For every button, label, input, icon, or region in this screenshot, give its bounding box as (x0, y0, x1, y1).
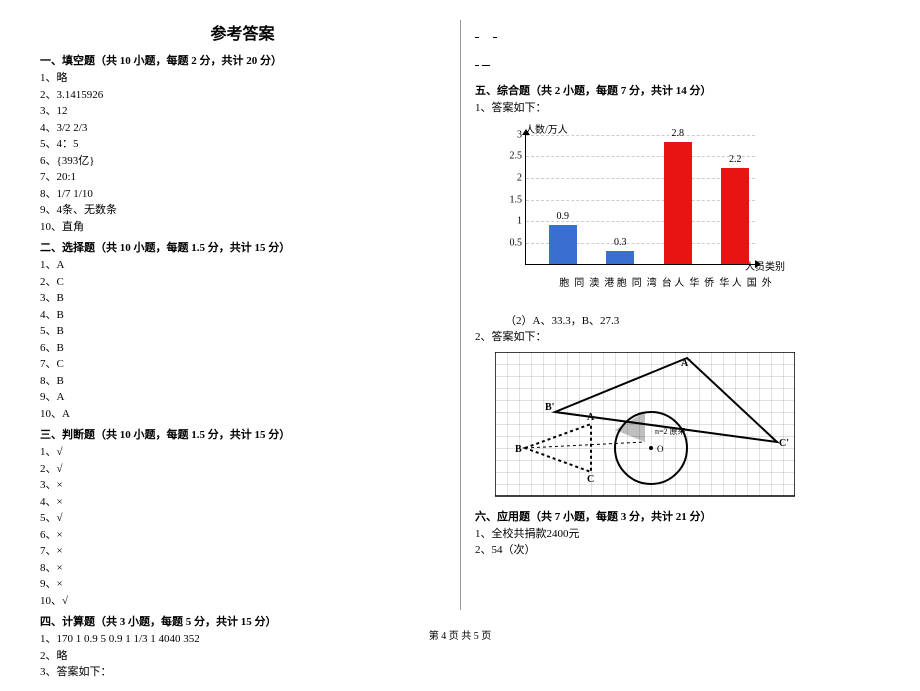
s3-item: 10、√ (40, 593, 445, 610)
bar-value-label: 2.8 (664, 128, 692, 139)
y-tick: 2 (504, 172, 522, 183)
s3-item: 8、× (40, 560, 445, 577)
s1-item: 7、20:1 (40, 169, 445, 186)
bar: 0.9 (549, 225, 577, 264)
s2-item: 8、B (40, 373, 445, 390)
s2-item: 2、C (40, 274, 445, 291)
s1-item: 4、3/2 2/3 (40, 120, 445, 137)
section5-head: 五、综合题（共 2 小题，每题 7 分，共计 14 分） (475, 82, 880, 98)
s1-item: 2、3.1415926 (40, 87, 445, 104)
fraction-icon (493, 37, 497, 38)
column-divider (460, 20, 461, 610)
s6-item: 2、54（次） (475, 542, 880, 559)
grid-figure: O A' B' C' A B C n=2 原来 (495, 352, 795, 502)
bar-value-label: 0.9 (549, 211, 577, 222)
equation-row-1 (475, 26, 880, 48)
svg-text:O: O (657, 444, 664, 454)
bar-value-label: 0.3 (606, 237, 634, 248)
grid-line (526, 135, 755, 136)
svg-text:C': C' (779, 438, 789, 449)
fraction-icon (486, 65, 490, 66)
bar-value-label: 2.2 (721, 154, 749, 165)
y-axis-label: 人数/万人 (525, 121, 568, 136)
s3-item: 7、× (40, 543, 445, 560)
s6-item: 1、全校共捐款2400元 (475, 526, 880, 543)
svg-text:B': B' (545, 402, 555, 413)
s1-item: 8、1/7 1/10 (40, 186, 445, 203)
s2-item: 10、A (40, 406, 445, 423)
eq4 (482, 65, 490, 66)
title: 参考答案 (40, 20, 445, 44)
s5-sub2: （2）A、33.3，B、27.3 (505, 313, 880, 330)
s3-item: 6、× (40, 527, 445, 544)
s3-item: 9、× (40, 576, 445, 593)
s1-item: 5、4：5 (40, 136, 445, 153)
s5-line1: 1、答案如下： (475, 100, 880, 117)
left-column: 参考答案 一、填空题（共 10 小题，每题 2 分，共计 20 分） 1、略 2… (40, 20, 445, 681)
s3-item: 4、× (40, 494, 445, 511)
category-label: 外国人 (727, 277, 772, 286)
grid-note: n=2 原来 (655, 427, 686, 436)
y-tick: 3 (504, 129, 522, 140)
category-label: 台湾同胞 (612, 277, 672, 286)
page-footer: 第 4 页 共 5 页 (0, 627, 920, 642)
fraction-icon (475, 37, 479, 38)
eq1 (475, 37, 479, 38)
bar: 2.8 (664, 142, 692, 263)
s5-line2: 2、答案如下： (475, 329, 880, 346)
s2-item: 3、B (40, 290, 445, 307)
bar: 0.3 (606, 251, 634, 264)
section6-head: 六、应用题（共 7 小题，每题 3 分，共计 21 分） (475, 508, 880, 524)
s1-item: 10、直角 (40, 219, 445, 236)
section2-head: 二、选择题（共 10 小题，每题 1.5 分，共计 15 分） (40, 239, 445, 255)
bar-chart: 人数/万人 人员类别 0.511.522.530.9港澳同胞0.3台湾同胞2.8… (495, 125, 775, 305)
s2-item: 9、A (40, 389, 445, 406)
eq2 (493, 37, 497, 38)
fraction-icon (475, 65, 479, 66)
s1-item: 9、4条、无数条 (40, 202, 445, 219)
bar: 2.2 (721, 168, 749, 263)
s2-item: 7、C (40, 356, 445, 373)
s3-item: 5、√ (40, 510, 445, 527)
section1-head: 一、填空题（共 10 小题，每题 2 分，共计 20 分） (40, 52, 445, 68)
category-label: 港澳同胞 (555, 277, 615, 286)
s3-item: 1、√ (40, 444, 445, 461)
geometry-svg: O A' B' C' A B C n=2 原来 (495, 352, 795, 502)
category-label: 华侨华人 (670, 277, 730, 286)
svg-text:A: A (587, 412, 595, 423)
y-tick: 0.5 (504, 237, 522, 248)
y-tick: 1 (504, 216, 522, 227)
s2-item: 1、A (40, 257, 445, 274)
s1-item: 6、{393亿} (40, 153, 445, 170)
svg-text:B: B (515, 444, 522, 455)
eq3 (475, 65, 479, 66)
s2-item: 6、B (40, 340, 445, 357)
s4-line3: 3、答案如下： (40, 664, 445, 681)
chart-area: 0.511.522.530.9港澳同胞0.3台湾同胞2.8华侨华人2.2外国人 (525, 135, 755, 265)
svg-text:C: C (587, 474, 594, 485)
s2-item: 4、B (40, 307, 445, 324)
right-column: 五、综合题（共 2 小题，每题 7 分，共计 14 分） 1、答案如下： 人数/… (475, 20, 880, 681)
s3-item: 2、√ (40, 461, 445, 478)
y-tick: 2.5 (504, 151, 522, 162)
section3-head: 三、判断题（共 10 小题，每题 1.5 分，共计 15 分） (40, 426, 445, 442)
equation-row-2 (475, 54, 880, 76)
s1-item: 3、12 (40, 103, 445, 120)
s3-item: 3、× (40, 477, 445, 494)
svg-text:A': A' (681, 358, 691, 369)
y-tick: 1.5 (504, 194, 522, 205)
s1-item: 1、略 (40, 70, 445, 87)
s2-item: 5、B (40, 323, 445, 340)
